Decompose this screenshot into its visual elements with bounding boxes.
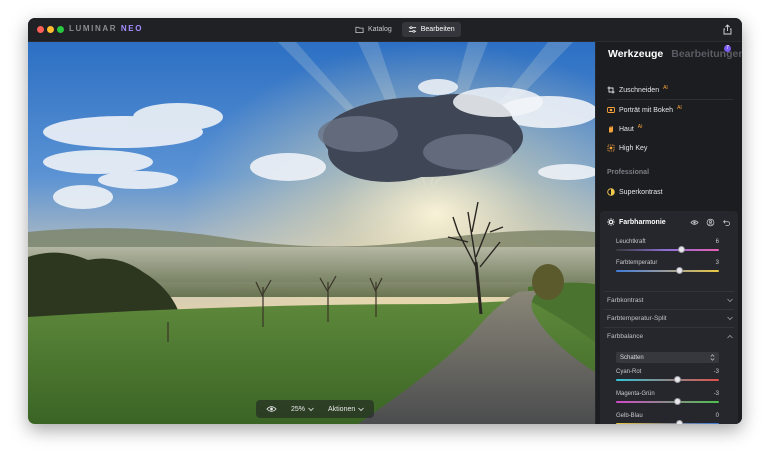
panel-tabs: Werkzeuge Bearbeitungen <box>608 48 742 60</box>
select-value: Schatten <box>620 354 644 361</box>
zoom-dropdown[interactable]: 25% <box>291 406 314 413</box>
crop-icon <box>607 86 615 94</box>
slider-track[interactable] <box>616 379 719 381</box>
slider-track[interactable] <box>616 423 719 424</box>
zoom-window-button[interactable] <box>57 26 64 33</box>
section-farbtemperatur-split[interactable]: Farbtemperatur-Split <box>607 310 733 326</box>
tab-catalog-label: Katalog <box>368 26 392 33</box>
app-window: LUMINAR NEO Katalog Bearbeiten 25% Aktio… <box>28 18 742 424</box>
chevron-up-icon <box>727 334 733 338</box>
tools-panel: Werkzeuge Bearbeitungen 7 Zuschneiden AI… <box>595 42 742 424</box>
chevron-down-icon <box>727 316 733 320</box>
title-bar: LUMINAR NEO Katalog Bearbeiten <box>28 18 742 42</box>
ai-badge: AI <box>677 105 682 111</box>
close-window-button[interactable] <box>37 26 44 33</box>
landscape-photo <box>28 42 595 424</box>
farbharmonie-panel: Farbharmonie Leuchtkraft 6 Farbtemperatu… <box>600 211 738 424</box>
contrast-icon <box>607 188 615 196</box>
slider-label: Gelb-Blau <box>616 413 643 419</box>
updown-chevron-icon <box>710 354 715 361</box>
section-farbbalance[interactable]: Farbbalance <box>607 328 733 344</box>
section-label: Farbkontrast <box>607 296 644 304</box>
chevron-down-icon <box>308 407 314 411</box>
zoom-value: 25% <box>291 405 306 413</box>
balance-range-select[interactable]: Schatten <box>616 352 719 363</box>
section-label: Farbtemperatur-Split <box>607 314 667 322</box>
tool-portrait-bokeh-label: Porträt mit Bokeh <box>619 106 674 114</box>
farbharmonie-actions <box>690 218 731 227</box>
photo-canvas[interactable]: 25% Aktionen <box>28 42 595 424</box>
slider-label: Cyan-Rot <box>616 369 642 375</box>
share-icon[interactable] <box>723 24 732 35</box>
hand-icon <box>609 126 613 133</box>
slider-knob[interactable] <box>676 267 684 274</box>
reset-icon[interactable] <box>722 218 731 227</box>
farbharmonie-header[interactable]: Farbharmonie <box>607 218 666 226</box>
slider-knob[interactable] <box>674 398 682 405</box>
slider-label: Magenta-Grün <box>616 391 655 397</box>
tool-portrait-bokeh[interactable]: Porträt mit Bokeh AI <box>607 105 682 114</box>
slider-value: 0 <box>715 413 719 419</box>
tab-edit-label: Bearbeiten <box>420 26 455 33</box>
slider-value: 3 <box>715 260 719 266</box>
tool-crop-label: Zuschneiden <box>619 86 660 94</box>
tab-edit[interactable]: Bearbeiten <box>401 22 461 37</box>
canvas-bottom-bar: 25% Aktionen <box>256 400 375 418</box>
section-farbkontrast[interactable]: Farbkontrast <box>607 292 733 308</box>
mask-icon[interactable] <box>706 218 715 227</box>
app-logo: LUMINAR NEO <box>69 24 144 33</box>
tool-skin-label: Haut <box>619 125 634 133</box>
tool-skin[interactable]: Haut AI <box>607 124 643 133</box>
folder-icon <box>355 26 364 34</box>
slider-label: Farbtemperatur <box>616 260 658 266</box>
slider-knob[interactable] <box>678 246 686 253</box>
minimize-window-button[interactable] <box>47 26 54 33</box>
tool-superkontrast[interactable]: Superkontrast <box>607 188 663 196</box>
slider-track[interactable] <box>616 270 719 272</box>
gear-icon <box>607 218 615 226</box>
slider-knob[interactable] <box>674 376 682 383</box>
tab-tools[interactable]: Werkzeuge <box>608 48 663 60</box>
slider-track[interactable] <box>616 401 719 403</box>
highkey-icon <box>607 144 615 152</box>
tool-superkontrast-label: Superkontrast <box>619 188 663 196</box>
tab-catalog[interactable]: Katalog <box>349 22 398 37</box>
slider-knob[interactable] <box>676 420 684 424</box>
slider-value: -3 <box>713 369 719 375</box>
sliders-icon <box>408 26 416 33</box>
slider-label: Leuchtkraft <box>616 239 646 245</box>
slider-value: -3 <box>713 391 719 397</box>
section-label: Farbbalance <box>607 332 644 340</box>
slider-value: 6 <box>715 239 719 245</box>
edits-count-badge: 7 <box>724 45 731 52</box>
actions-dropdown[interactable]: Aktionen <box>328 405 365 413</box>
tool-high-key[interactable]: High Key <box>607 144 647 152</box>
actions-label: Aktionen <box>328 405 356 413</box>
chevron-down-icon <box>727 298 733 302</box>
mode-tabs: Katalog Bearbeiten <box>349 22 461 37</box>
eye-icon <box>266 406 277 412</box>
tab-edits[interactable]: Bearbeitungen <box>671 48 742 60</box>
farbharmonie-title: Farbharmonie <box>619 218 666 226</box>
chevron-down-icon <box>358 407 365 411</box>
preview-toggle-button[interactable] <box>266 405 277 413</box>
section-professional: Professional <box>607 169 650 176</box>
divider <box>607 99 733 100</box>
slider-track[interactable] <box>616 249 719 251</box>
ai-badge: AI <box>637 124 643 130</box>
tool-high-key-label: High Key <box>619 144 648 152</box>
ai-badge: AI <box>663 85 668 91</box>
tool-crop[interactable]: Zuschneiden AI <box>607 85 668 94</box>
bokeh-icon <box>607 107 615 113</box>
visibility-eye-icon[interactable] <box>690 218 699 227</box>
